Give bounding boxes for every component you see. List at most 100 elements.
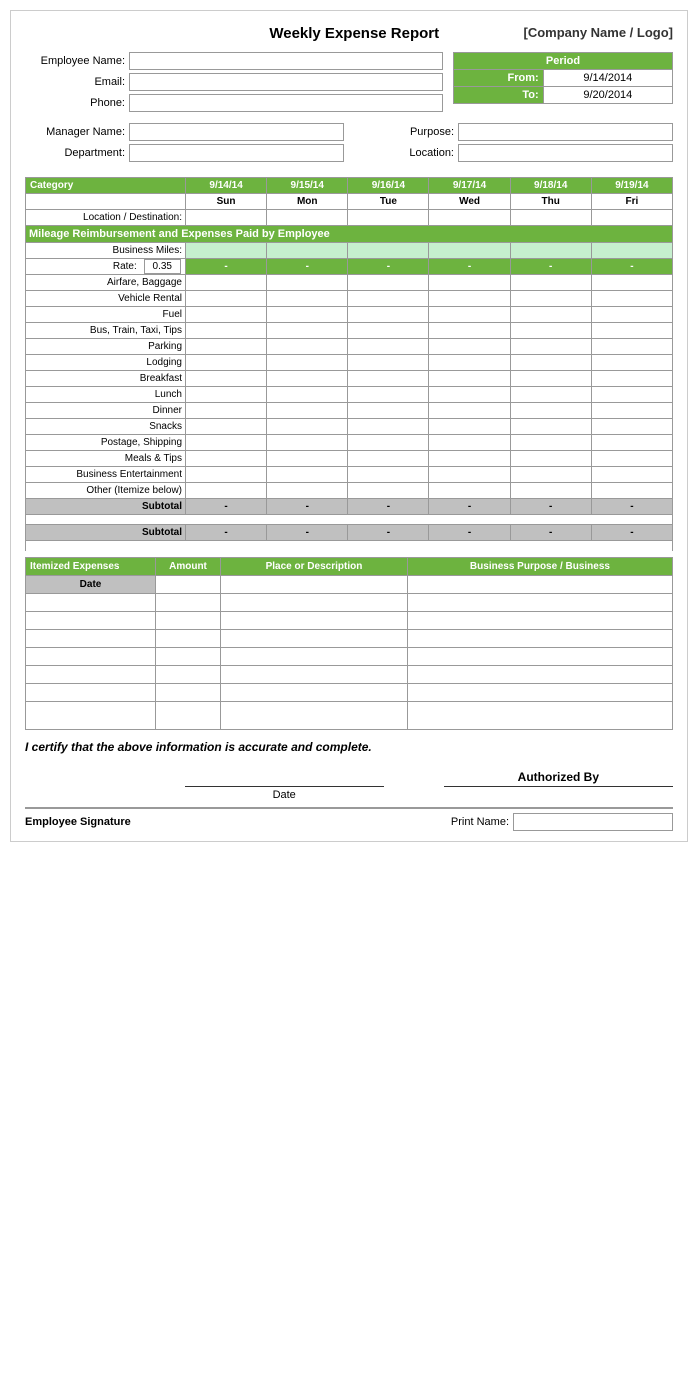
item-place-2[interactable] [221,611,408,629]
bus-sun[interactable] [186,323,267,339]
fuel-wed[interactable] [429,307,510,323]
dinner-wed[interactable] [429,403,510,419]
item-place-6[interactable] [221,683,408,701]
vehicle-fri[interactable] [591,291,672,307]
postage-mon[interactable] [267,435,348,451]
postage-fri[interactable] [591,435,672,451]
dinner-sun[interactable] [186,403,267,419]
item-place-4[interactable] [221,647,408,665]
department-input[interactable] [129,144,344,162]
loc-thu[interactable] [510,210,591,226]
airfare-fri[interactable] [591,275,672,291]
airfare-thu[interactable] [510,275,591,291]
snacks-wed[interactable] [429,419,510,435]
vehicle-wed[interactable] [429,291,510,307]
snacks-mon[interactable] [267,419,348,435]
biz-ent-mon[interactable] [267,467,348,483]
vehicle-mon[interactable] [267,291,348,307]
lunch-fri[interactable] [591,387,672,403]
meals-tips-tue[interactable] [348,451,429,467]
lunch-tue[interactable] [348,387,429,403]
print-name-input[interactable] [513,813,673,831]
breakfast-mon[interactable] [267,371,348,387]
vehicle-tue[interactable] [348,291,429,307]
parking-mon[interactable] [267,339,348,355]
purpose-input[interactable] [458,123,673,141]
biz-ent-fri[interactable] [591,467,672,483]
lodging-fri[interactable] [591,355,672,371]
item-amount-1[interactable] [156,593,221,611]
other-tue[interactable] [348,483,429,499]
loc-mon[interactable] [267,210,348,226]
meals-tips-fri[interactable] [591,451,672,467]
dinner-mon[interactable] [267,403,348,419]
item-date-7[interactable] [26,701,156,729]
lodging-wed[interactable] [429,355,510,371]
item-purpose-4[interactable] [407,647,672,665]
miles-fri[interactable] [591,243,672,259]
airfare-mon[interactable] [267,275,348,291]
loc-tue[interactable] [348,210,429,226]
snacks-sun[interactable] [186,419,267,435]
postage-sun[interactable] [186,435,267,451]
item-place-3[interactable] [221,629,408,647]
item-place-5[interactable] [221,665,408,683]
bus-wed[interactable] [429,323,510,339]
item-date-6[interactable] [26,683,156,701]
parking-wed[interactable] [429,339,510,355]
fuel-fri[interactable] [591,307,672,323]
other-fri[interactable] [591,483,672,499]
lodging-sun[interactable] [186,355,267,371]
other-thu[interactable] [510,483,591,499]
meals-tips-sun[interactable] [186,451,267,467]
postage-thu[interactable] [510,435,591,451]
parking-thu[interactable] [510,339,591,355]
item-amount-2[interactable] [156,611,221,629]
parking-tue[interactable] [348,339,429,355]
breakfast-tue[interactable] [348,371,429,387]
parking-fri[interactable] [591,339,672,355]
lodging-mon[interactable] [267,355,348,371]
parking-sun[interactable] [186,339,267,355]
miles-tue[interactable] [348,243,429,259]
phone-input[interactable] [129,94,443,112]
lunch-wed[interactable] [429,387,510,403]
place-col[interactable] [221,575,408,593]
bus-tue[interactable] [348,323,429,339]
dinner-fri[interactable] [591,403,672,419]
item-date-4[interactable] [26,647,156,665]
breakfast-fri[interactable] [591,371,672,387]
location-input[interactable] [458,144,673,162]
biz-ent-sun[interactable] [186,467,267,483]
lodging-thu[interactable] [510,355,591,371]
item-place-7[interactable] [221,701,408,729]
miles-mon[interactable] [267,243,348,259]
dinner-tue[interactable] [348,403,429,419]
vehicle-thu[interactable] [510,291,591,307]
item-purpose-2[interactable] [407,611,672,629]
lunch-thu[interactable] [510,387,591,403]
snacks-tue[interactable] [348,419,429,435]
email-input[interactable] [129,73,443,91]
bus-thu[interactable] [510,323,591,339]
breakfast-wed[interactable] [429,371,510,387]
item-purpose-1[interactable] [407,593,672,611]
item-purpose-6[interactable] [407,683,672,701]
loc-sun[interactable] [186,210,267,226]
bus-fri[interactable] [591,323,672,339]
item-date-5[interactable] [26,665,156,683]
airfare-wed[interactable] [429,275,510,291]
meals-tips-wed[interactable] [429,451,510,467]
bus-mon[interactable] [267,323,348,339]
lunch-sun[interactable] [186,387,267,403]
rate-value[interactable]: 0.35 [144,259,181,274]
item-purpose-3[interactable] [407,629,672,647]
item-date-2[interactable] [26,611,156,629]
item-place-1[interactable] [221,593,408,611]
airfare-sun[interactable] [186,275,267,291]
item-date-3[interactable] [26,629,156,647]
postage-tue[interactable] [348,435,429,451]
snacks-fri[interactable] [591,419,672,435]
employee-name-input[interactable] [129,52,443,70]
item-amount-5[interactable] [156,665,221,683]
